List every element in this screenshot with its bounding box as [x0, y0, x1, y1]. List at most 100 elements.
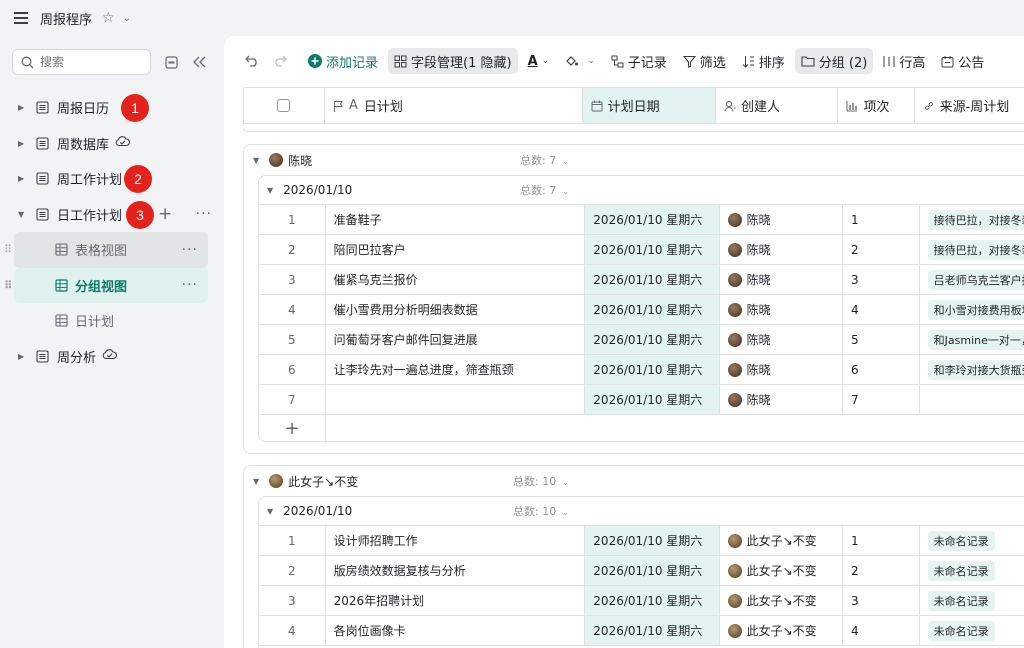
- group-header[interactable]: ▼ 此女子↘不变 总数: 10 ⌄: [244, 466, 1024, 496]
- source-tag[interactable]: 未命名记录: [927, 530, 995, 551]
- table-row[interactable]: 3 催紧乌克兰报价 2026/01/10 星期六 陈晓 3 吕老师乌克兰客户报: [259, 265, 1024, 295]
- row-index[interactable]: 6: [259, 355, 326, 384]
- cell-item[interactable]: 1: [843, 205, 920, 234]
- cell-source[interactable]: [920, 385, 1024, 414]
- text-color-button[interactable]: A ⌄: [522, 48, 556, 74]
- cell-item[interactable]: 4: [843, 616, 920, 645]
- table-row[interactable]: 1 设计师招聘工作 2026/01/10 星期六 此女子↘不变 1 未命名记录: [259, 526, 1024, 556]
- drag-handle-icon[interactable]: ⠿: [4, 279, 13, 292]
- row-index[interactable]: 2: [259, 556, 326, 585]
- table-row[interactable]: 7 2026/01/10 星期六 陈晓 7: [259, 385, 1024, 415]
- select-all-cell[interactable]: [244, 88, 325, 123]
- group-header[interactable]: ▼ 陈晓 总数: 7 ⌄: [244, 145, 1024, 175]
- add-row-icon[interactable]: +: [259, 414, 326, 443]
- row-index[interactable]: 3: [259, 265, 326, 294]
- cell-source[interactable]: 和Jasmine一对一，: [920, 325, 1024, 354]
- row-index[interactable]: 3: [259, 586, 326, 615]
- cell-creator[interactable]: 陈晓: [720, 355, 844, 384]
- select-all-checkbox[interactable]: [277, 99, 291, 112]
- more-icon[interactable]: ···: [182, 242, 198, 258]
- sidebar-item-daily-plan[interactable]: ▼ 日工作计划 3 + ···: [0, 197, 222, 233]
- cell-plan[interactable]: 让李玲先对一遍总进度，筛查瓶颈: [326, 355, 586, 384]
- table-row[interactable]: 5 问葡萄牙客户邮件回复进展 2026/01/10 星期六 陈晓 5 和Jasmine一对…: [259, 325, 1024, 355]
- table-row[interactable]: 2 版房绩效数据复核与分析 2026/01/10 星期六 此女子↘不变 2 未命名记录: [259, 556, 1024, 586]
- row-index[interactable]: 2: [259, 235, 326, 264]
- search-input[interactable]: [40, 55, 140, 69]
- cell-plan[interactable]: 设计师招聘工作: [326, 526, 586, 555]
- cell-creator[interactable]: 此女子↘不变: [720, 526, 844, 555]
- cell-creator[interactable]: 此女子↘不变: [720, 616, 844, 645]
- group-count[interactable]: 总数: 10 ⌄: [513, 473, 569, 489]
- sidebar-item-daily-plan-view[interactable]: 日计划: [14, 303, 208, 339]
- cell-source[interactable]: 接待巴拉，对接冬装: [920, 205, 1024, 234]
- caret-down-icon[interactable]: ▼: [253, 156, 259, 165]
- add-record-button[interactable]: 添加记录: [302, 48, 384, 74]
- subgroup-count[interactable]: 总数: 7 ⌄: [520, 182, 569, 198]
- cell-creator[interactable]: 陈晓: [720, 205, 844, 234]
- cell-date[interactable]: 2026/01/10 星期六: [585, 526, 720, 555]
- announce-button[interactable]: 公告: [935, 48, 990, 74]
- caret-down-icon[interactable]: ▼: [253, 477, 259, 486]
- cell-creator[interactable]: 陈晓: [720, 325, 844, 354]
- cell-item[interactable]: 2: [843, 556, 920, 585]
- cell-plan[interactable]: 版房绩效数据复核与分析: [326, 556, 586, 585]
- redo-button[interactable]: [270, 48, 294, 74]
- cell-plan[interactable]: 问葡萄牙客户邮件回复进展: [326, 325, 586, 354]
- star-icon[interactable]: ☆: [102, 10, 115, 26]
- source-tag[interactable]: 吕老师乌克兰客户报: [927, 269, 1024, 290]
- cell-item[interactable]: 6: [843, 355, 920, 384]
- source-tag[interactable]: 未命名记录: [927, 620, 995, 641]
- row-index[interactable]: 4: [259, 616, 326, 645]
- cell-plan[interactable]: 陪同巴拉客户: [326, 235, 586, 264]
- cell-creator[interactable]: 陈晓: [720, 295, 844, 324]
- source-tag[interactable]: 和Jasmine一对一，: [927, 329, 1024, 350]
- cell-plan[interactable]: 催小雪费用分析明细表数据: [326, 295, 586, 324]
- cell-date[interactable]: 2026/01/10 星期六: [585, 385, 720, 414]
- sub-record-button[interactable]: 子记录: [605, 48, 673, 74]
- cell-item[interactable]: 1: [843, 526, 920, 555]
- cell-source[interactable]: 未命名记录: [920, 616, 1024, 645]
- more-icon[interactable]: ···: [196, 206, 212, 222]
- subgroup-count[interactable]: 总数: 10 ⌄: [513, 503, 569, 519]
- cell-plan[interactable]: [326, 385, 586, 414]
- subgroup-header[interactable]: ▼ 2026/01/10 总数: 10 ⌄: [259, 497, 1024, 526]
- drag-handle-icon[interactable]: ⠿: [4, 243, 12, 256]
- cell-creator[interactable]: 陈晓: [720, 265, 844, 294]
- cell-creator[interactable]: 此女子↘不变: [720, 586, 844, 615]
- cell-source[interactable]: 未命名记录: [920, 556, 1024, 585]
- cell-item[interactable]: 3: [843, 265, 920, 294]
- source-tag[interactable]: 和小雪对接费用板块: [927, 299, 1024, 320]
- cell-source[interactable]: 和小雪对接费用板块: [920, 295, 1024, 324]
- sidebar-panel-icon[interactable]: [161, 52, 181, 72]
- field-manage-button[interactable]: 字段管理(1 隐藏): [388, 48, 518, 74]
- table-row[interactable]: 1 准备鞋子 2026/01/10 星期六 陈晓 1 接待巴拉，对接冬装: [259, 205, 1024, 235]
- cell-source[interactable]: 和李玲对接大货瓶颈: [920, 355, 1024, 384]
- cell-date[interactable]: 2026/01/10 星期六: [585, 205, 720, 234]
- column-header-source[interactable]: 来源-周计划: [915, 88, 1024, 123]
- row-index[interactable]: 1: [259, 205, 326, 234]
- cell-date[interactable]: 2026/01/10 星期六: [585, 295, 720, 324]
- cell-date[interactable]: 2026/01/10 星期六: [585, 235, 720, 264]
- caret-right-icon[interactable]: ▶: [18, 139, 28, 148]
- menu-icon[interactable]: [14, 12, 28, 24]
- cell-plan[interactable]: 催紧乌克兰报价: [326, 265, 586, 294]
- cell-date[interactable]: 2026/01/10 星期六: [585, 616, 720, 645]
- cell-item[interactable]: 2: [843, 235, 920, 264]
- cell-source[interactable]: 未命名记录: [920, 586, 1024, 615]
- cell-source[interactable]: 接待巴拉，对接冬装: [920, 235, 1024, 264]
- cell-date[interactable]: 2026/01/10 星期六: [585, 325, 720, 354]
- sidebar-item-weekly-plan[interactable]: ▶ 周工作计划 2: [0, 161, 222, 197]
- row-index[interactable]: 1: [259, 526, 326, 555]
- group-count[interactable]: 总数: 7 ⌄: [520, 152, 569, 168]
- column-header-plan[interactable]: A 日计划: [325, 88, 583, 123]
- cell-date[interactable]: 2026/01/10 星期六: [585, 265, 720, 294]
- caret-down-icon[interactable]: ▼: [267, 186, 273, 195]
- cell-creator[interactable]: 陈晓: [720, 235, 844, 264]
- sidebar-item-weekly-calendar[interactable]: ▶ 周报日历 1: [0, 90, 222, 126]
- table-row[interactable]: 4 各岗位画像卡 2026/01/10 星期六 此女子↘不变 4 未命名记录: [259, 616, 1024, 646]
- cell-creator[interactable]: 陈晓: [720, 385, 844, 414]
- cell-item[interactable]: 7: [843, 385, 920, 414]
- source-tag[interactable]: 接待巴拉，对接冬装: [927, 239, 1024, 260]
- sidebar-item-grid-view[interactable]: ⠿ 表格视图 ···: [4, 232, 208, 268]
- source-tag[interactable]: 和李玲对接大货瓶颈: [927, 359, 1024, 380]
